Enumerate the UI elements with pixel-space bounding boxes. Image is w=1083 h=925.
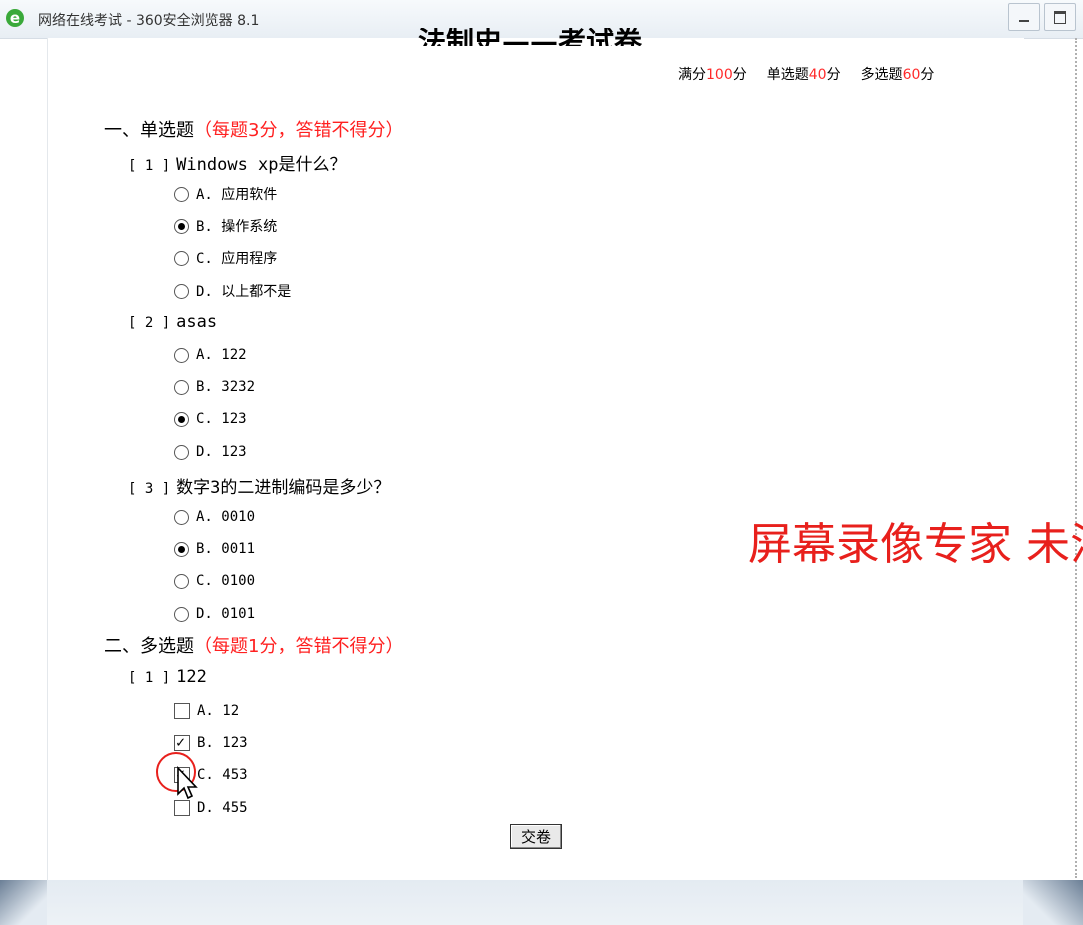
option-label: C. 应用程序	[196, 251, 278, 267]
single-score-value: 40	[808, 67, 827, 83]
single-score-unit: 分	[826, 67, 841, 83]
section-title: 一、单选题	[104, 120, 194, 141]
radio-button[interactable]	[174, 250, 189, 266]
checkbox[interactable]	[174, 800, 190, 816]
full-score-unit: 分	[732, 67, 747, 83]
submit-exam-button[interactable]: 交卷	[510, 824, 562, 849]
radio-button[interactable]	[174, 283, 189, 299]
question-number: [ 3 ]	[128, 481, 171, 497]
option-label: B. 0011	[196, 541, 256, 557]
option-label: C. 0100	[196, 573, 256, 589]
option-s1q2-a[interactable]: A. 122	[174, 345, 247, 365]
score-summary: 满分100分 单选题40分 多选题60分	[678, 64, 934, 84]
scrollbar-edge	[1075, 38, 1077, 878]
window-title: 网络在线考试 - 360安全浏览器 8.1	[38, 13, 260, 29]
radio-button[interactable]	[174, 573, 189, 589]
single-score-label: 单选题	[766, 67, 809, 83]
multi-score-label: 多选题	[860, 67, 903, 83]
section-heading-multi: 二、多选题（每题1分，答错不得分）	[104, 632, 403, 658]
checkbox[interactable]	[174, 733, 190, 751]
minimize-button[interactable]	[1008, 3, 1040, 31]
option-s1q1-a[interactable]: A. 应用软件	[174, 184, 277, 204]
screen-recorder-watermark: 屏幕录像专家 未注册	[748, 519, 1083, 570]
section-title: 二、多选题	[104, 636, 194, 657]
radio-button[interactable]	[174, 411, 189, 427]
question-number: [ 1 ]	[128, 670, 171, 686]
maximize-button[interactable]	[1044, 3, 1076, 31]
exam-title: 法制史——考试卷	[418, 28, 643, 46]
option-label: A. 0010	[196, 509, 256, 525]
section-heading-single: 一、单选题（每题3分，答错不得分）	[104, 116, 403, 142]
section-note: （每题3分，答错不得分）	[194, 120, 404, 141]
option-label: D. 455	[197, 800, 248, 816]
option-s1q1-c[interactable]: C. 应用程序	[174, 248, 277, 268]
option-s1q3-c[interactable]: C. 0100	[174, 571, 255, 591]
section-note: （每题1分，答错不得分）	[194, 636, 404, 657]
multi-score-value: 60	[902, 67, 921, 83]
question-text: 122	[176, 667, 207, 687]
option-s1q3-a[interactable]: A. 0010	[174, 507, 255, 527]
option-label: D. 以上都不是	[196, 284, 292, 300]
option-label: D. 0101	[196, 606, 256, 622]
full-score-value: 100	[706, 67, 733, 83]
option-label: A. 122	[196, 347, 247, 363]
option-label: B. 操作系统	[196, 219, 278, 235]
checkbox[interactable]	[174, 703, 190, 719]
option-label: D. 123	[196, 444, 247, 460]
bottom-frame	[0, 880, 1083, 925]
question-title: [ 2 ] asas	[128, 312, 217, 332]
option-s2q1-a[interactable]: A. 12	[174, 701, 239, 721]
option-label: B. 123	[197, 735, 248, 751]
bottom-left-corner	[0, 880, 47, 925]
question-title: [ 1 ] Windows xp是什么？	[128, 150, 347, 175]
option-s1q2-b[interactable]: B. 3232	[174, 377, 255, 397]
option-label: A. 12	[197, 703, 240, 719]
option-label: C. 123	[196, 411, 247, 427]
option-s1q1-d[interactable]: D. 以上都不是	[174, 281, 291, 301]
option-s2q1-b[interactable]: B. 123	[174, 733, 248, 753]
question-number: [ 2 ]	[128, 315, 171, 331]
radio-button[interactable]	[174, 218, 189, 234]
radio-button[interactable]	[174, 379, 189, 395]
radio-button[interactable]	[174, 606, 189, 622]
radio-button[interactable]	[174, 347, 189, 363]
option-label: B. 3232	[196, 379, 256, 395]
multi-score-unit: 分	[920, 67, 935, 83]
radio-button[interactable]	[174, 541, 189, 557]
bottom-right-corner	[1023, 880, 1083, 925]
option-label: A. 应用软件	[196, 187, 278, 203]
option-s1q2-c[interactable]: C. 123	[174, 409, 247, 429]
ie-logo-icon: e	[6, 9, 24, 27]
option-label: C. 453	[197, 767, 248, 783]
option-s1q2-d[interactable]: D. 123	[174, 442, 247, 462]
question-title: [ 1 ] 122	[128, 667, 207, 687]
question-text: asas	[176, 312, 218, 332]
question-text: 数字3的二进制编码是多少？	[176, 478, 391, 498]
radio-button[interactable]	[174, 509, 189, 525]
question-text: Windows xp是什么？	[176, 155, 347, 175]
option-s1q1-b[interactable]: B. 操作系统	[174, 216, 277, 236]
option-s1q3-d[interactable]: D. 0101	[174, 604, 255, 624]
question-number: [ 1 ]	[128, 158, 171, 174]
full-score-label: 满分	[678, 67, 706, 83]
mouse-pointer-icon	[177, 766, 198, 800]
question-title: [ 3 ] 数字3的二进制编码是多少？	[128, 473, 390, 498]
radio-button[interactable]	[174, 186, 189, 202]
option-s1q3-b[interactable]: B. 0011	[174, 539, 255, 559]
radio-button[interactable]	[174, 444, 189, 460]
